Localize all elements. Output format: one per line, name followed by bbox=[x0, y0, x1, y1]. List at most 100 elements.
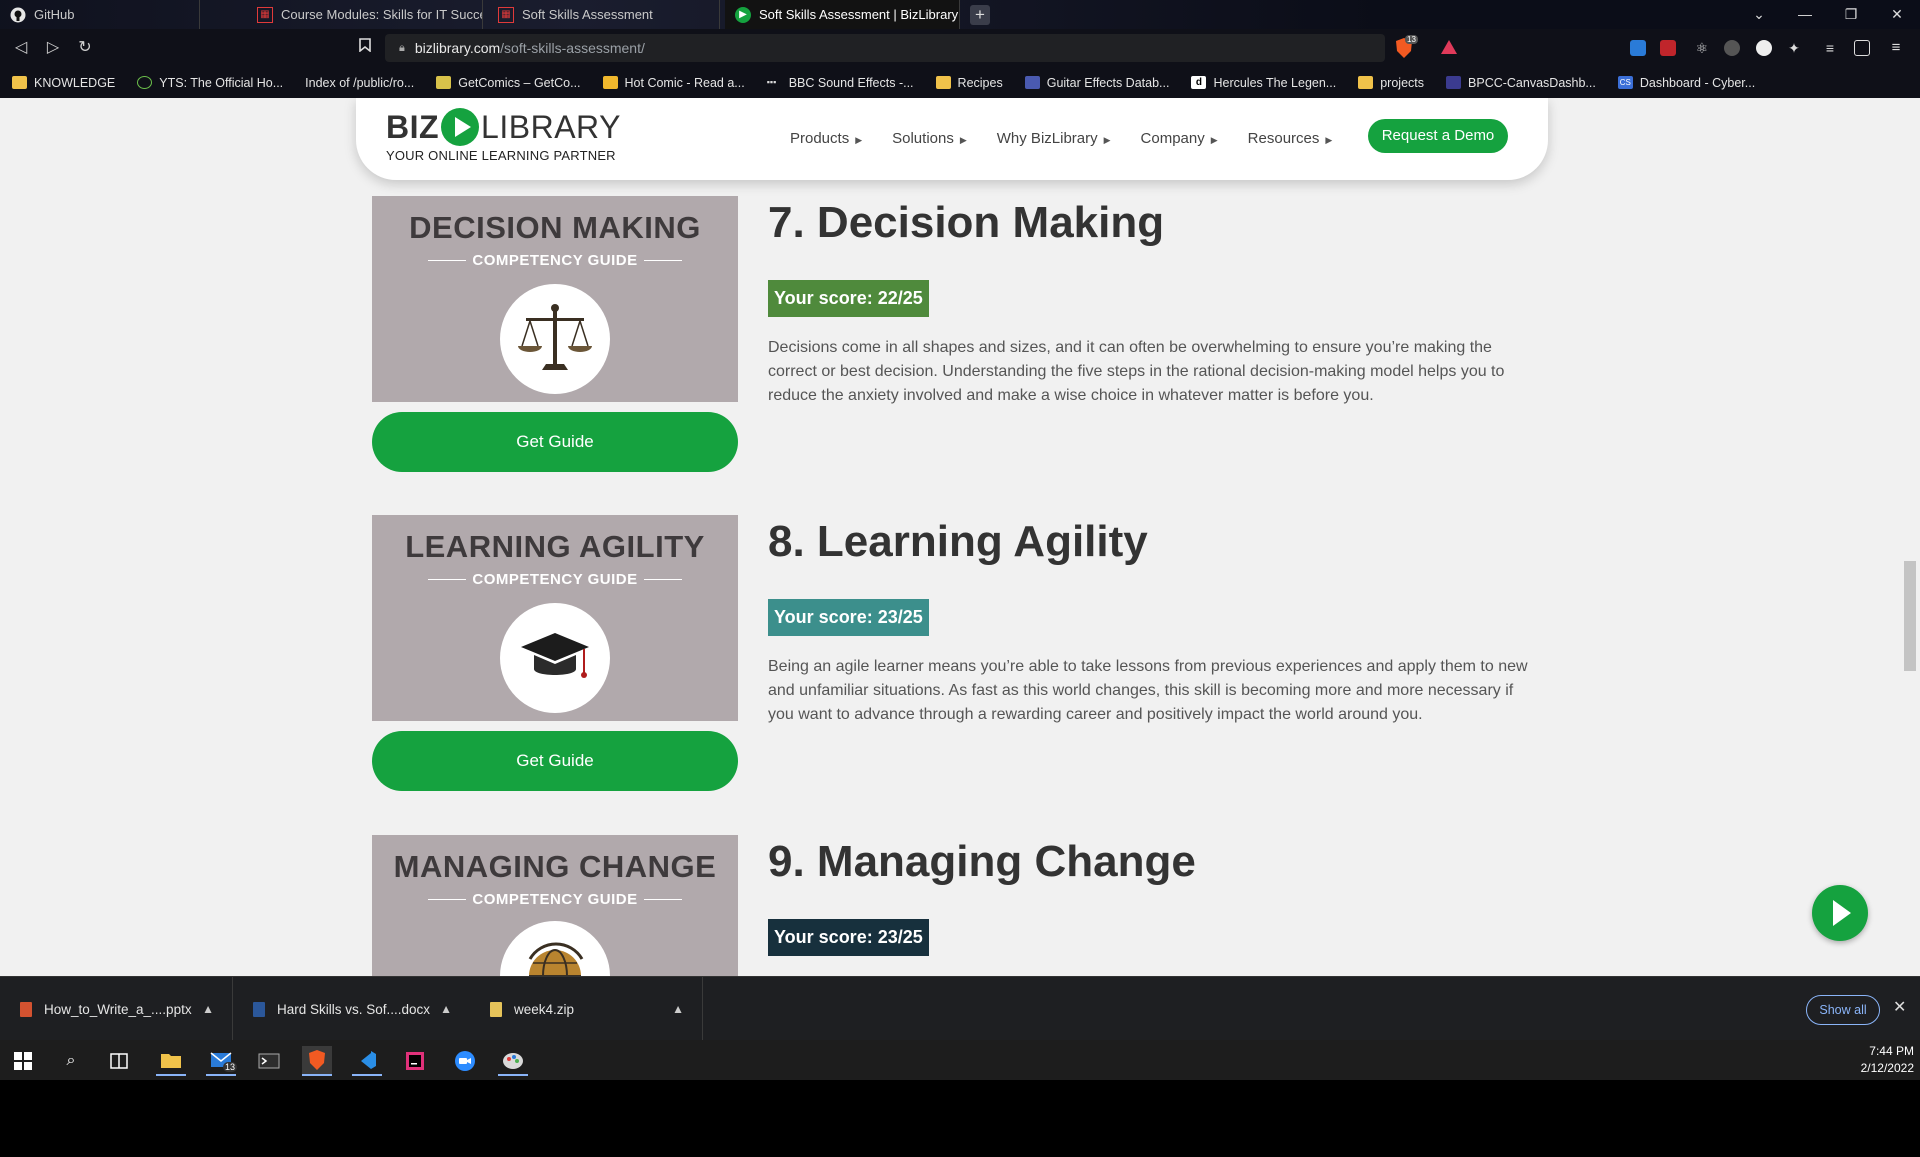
clock-date: 2/12/2022 bbox=[1860, 1061, 1914, 1075]
lock-icon: 🔒︎ bbox=[399, 41, 405, 54]
reading-list-icon[interactable]: ≡ bbox=[1822, 40, 1838, 56]
taskbar: ⌕ 13 7:44 PM 2/12/2022 bbox=[0, 1040, 1920, 1080]
bookmarks-bar: KNOWLEDGE YTS: The Official Ho... Index … bbox=[0, 67, 1920, 98]
window-close-icon[interactable]: ✕ bbox=[1874, 0, 1920, 29]
tab-label: GitHub bbox=[34, 7, 75, 22]
restore-icon[interactable]: ❐ bbox=[1828, 0, 1874, 29]
get-guide-button[interactable]: Get Guide bbox=[372, 412, 738, 472]
nav-company[interactable]: Company ▶ bbox=[1141, 130, 1218, 147]
minimize-icon[interactable]: — bbox=[1782, 0, 1828, 29]
page-viewport: DECISION MAKING COMPETENCY GUIDE Get Gui… bbox=[0, 98, 1920, 976]
bookmark-knowledge[interactable]: KNOWLEDGE bbox=[12, 76, 115, 90]
terminal-icon[interactable] bbox=[254, 1046, 284, 1076]
back-icon[interactable]: ◁ bbox=[10, 37, 32, 59]
new-tab-button[interactable]: + bbox=[970, 5, 990, 25]
tab-course-modules[interactable]: ▦ Course Modules: Skills for IT Success bbox=[247, 0, 483, 29]
card-title: LEARNING AGILITY bbox=[405, 529, 705, 564]
github-icon bbox=[10, 7, 26, 23]
nav-why-bizlibrary[interactable]: Why BizLibrary ▶ bbox=[997, 130, 1111, 147]
caret-right-icon: ▶ bbox=[1103, 134, 1111, 145]
task-view-icon[interactable] bbox=[104, 1046, 134, 1076]
brave-browser-icon[interactable] bbox=[302, 1046, 332, 1076]
nav-solutions[interactable]: Solutions ▶ bbox=[892, 130, 967, 147]
chevron-up-icon[interactable]: ▲ bbox=[440, 1002, 452, 1016]
mail-badge: 13 bbox=[223, 1062, 238, 1072]
close-icon[interactable]: ✕ bbox=[958, 7, 959, 23]
vscode-icon[interactable] bbox=[352, 1046, 382, 1076]
brave-rewards-icon[interactable] bbox=[1440, 39, 1458, 60]
extensions-puzzle-icon[interactable]: ✦ bbox=[1786, 40, 1802, 56]
section-title: 7. Decision Making bbox=[768, 198, 1165, 247]
section-title: 9. Managing Change bbox=[768, 837, 1196, 886]
menu-icon[interactable]: ≡ bbox=[1888, 40, 1904, 56]
bookmark-recipes[interactable]: Recipes bbox=[935, 76, 1003, 90]
get-guide-button[interactable]: Get Guide bbox=[372, 731, 738, 791]
logo-tagline: YOUR ONLINE LEARNING PARTNER bbox=[386, 148, 616, 163]
folder-icon bbox=[1358, 76, 1374, 89]
show-all-button[interactable]: Show all bbox=[1806, 995, 1880, 1025]
bookmark-yts[interactable]: YTS: The Official Ho... bbox=[137, 76, 283, 90]
download-item-zip[interactable]: week4.zip ▲ bbox=[470, 977, 703, 1041]
address-bar[interactable]: 🔒︎ bizlibrary.com/soft-skills-assessment… bbox=[385, 34, 1385, 62]
chevron-up-icon[interactable]: ▲ bbox=[202, 1002, 214, 1016]
bookmark-guitar[interactable]: Guitar Effects Datab... bbox=[1024, 76, 1169, 90]
tab-bizlibrary[interactable]: ▶ Soft Skills Assessment | BizLibrary ✕ bbox=[725, 0, 960, 29]
canvas-icon: ▦ bbox=[257, 6, 273, 23]
brave-shield-icon[interactable]: 13 bbox=[1394, 35, 1418, 59]
bookmark-bpcc[interactable]: BPCC-CanvasDashb... bbox=[1446, 76, 1596, 90]
bookmark-index[interactable]: Index of /public/ro... bbox=[305, 76, 414, 90]
request-demo-button[interactable]: Request a Demo bbox=[1368, 119, 1508, 153]
competency-card: DECISION MAKING COMPETENCY GUIDE bbox=[372, 196, 738, 402]
bizlibrary-icon: ▶ bbox=[735, 6, 751, 23]
section-description: Decisions come in all shapes and sizes, … bbox=[768, 339, 1505, 404]
zoom-icon[interactable] bbox=[450, 1046, 480, 1076]
bookmark-icon[interactable] bbox=[354, 37, 376, 59]
paint-icon[interactable] bbox=[498, 1046, 528, 1076]
caret-right-icon: ▶ bbox=[1325, 134, 1333, 145]
bookmark-bbc[interactable]: ▪▪▪ BBC Sound Effects -... bbox=[767, 76, 914, 90]
forward-icon[interactable]: ▷ bbox=[42, 37, 64, 59]
yts-icon bbox=[137, 76, 153, 89]
close-icon[interactable]: ✕ bbox=[1893, 997, 1906, 1017]
bizlibrary-logo[interactable]: BIZ LIBRARY YOUR ONLINE LEARNING PARTNER bbox=[386, 108, 621, 163]
mail-icon[interactable]: 13 bbox=[206, 1046, 238, 1076]
chevron-up-icon[interactable]: ▲ bbox=[672, 1002, 684, 1016]
system-clock[interactable]: 7:44 PM 2/12/2022 bbox=[1861, 1043, 1914, 1077]
tab-github[interactable]: GitHub bbox=[0, 0, 200, 29]
bookmark-hotcomic[interactable]: Hot Comic - Read a... bbox=[602, 76, 745, 90]
intellij-icon[interactable] bbox=[400, 1046, 430, 1076]
bookmark-projects[interactable]: projects bbox=[1358, 76, 1424, 90]
screen: GitHub ▦ Course Modules: Skills for IT S… bbox=[0, 0, 1920, 1157]
bookmark-getcomics[interactable]: GetComics – GetCo... bbox=[436, 76, 581, 90]
floating-play-button[interactable] bbox=[1812, 885, 1868, 941]
download-item-pptx[interactable]: How_to_Write_a_....pptx ▲ bbox=[0, 977, 233, 1041]
bookmark-hercules[interactable]: d Hercules The Legen... bbox=[1191, 76, 1336, 90]
download-name: week4.zip bbox=[514, 1001, 575, 1017]
scrollbar-track[interactable] bbox=[1900, 98, 1920, 976]
d-icon: d bbox=[1191, 76, 1207, 89]
file-explorer-icon[interactable] bbox=[156, 1046, 186, 1076]
wallet-icon[interactable] bbox=[1854, 40, 1870, 56]
tab-soft-skills-assessment[interactable]: ▦ Soft Skills Assessment bbox=[488, 0, 720, 29]
scrollbar-thumb[interactable] bbox=[1904, 561, 1916, 671]
tab-search-icon[interactable]: ⌄ bbox=[1736, 0, 1782, 29]
docx-icon bbox=[253, 1001, 265, 1017]
getcomics-icon bbox=[436, 76, 452, 89]
bbc-icon: ▪▪▪ bbox=[766, 77, 777, 87]
hotcomic-icon bbox=[602, 76, 618, 89]
windows-start-icon[interactable] bbox=[8, 1046, 38, 1076]
bookmark-cyber-dashboard[interactable]: CS Dashboard - Cyber... bbox=[1617, 76, 1755, 90]
nav-resources[interactable]: Resources ▶ bbox=[1248, 130, 1333, 147]
downloads-bar: How_to_Write_a_....pptx ▲ Hard Skills vs… bbox=[0, 976, 1920, 1041]
globe-icon bbox=[500, 921, 610, 976]
extension-circle-icon[interactable] bbox=[1756, 40, 1772, 56]
extension-w-icon[interactable] bbox=[1724, 40, 1740, 56]
extension-red-icon[interactable] bbox=[1660, 40, 1676, 56]
nav-products[interactable]: Products ▶ bbox=[790, 130, 862, 147]
translate-extension-icon[interactable] bbox=[1630, 40, 1646, 56]
search-icon[interactable]: ⌕ bbox=[56, 1046, 86, 1076]
reload-icon[interactable]: ↻ bbox=[74, 37, 96, 59]
react-devtools-icon[interactable]: ⚛ bbox=[1694, 40, 1710, 56]
graduation-cap-icon bbox=[500, 603, 610, 713]
card-subtitle: COMPETENCY GUIDE bbox=[372, 252, 738, 269]
